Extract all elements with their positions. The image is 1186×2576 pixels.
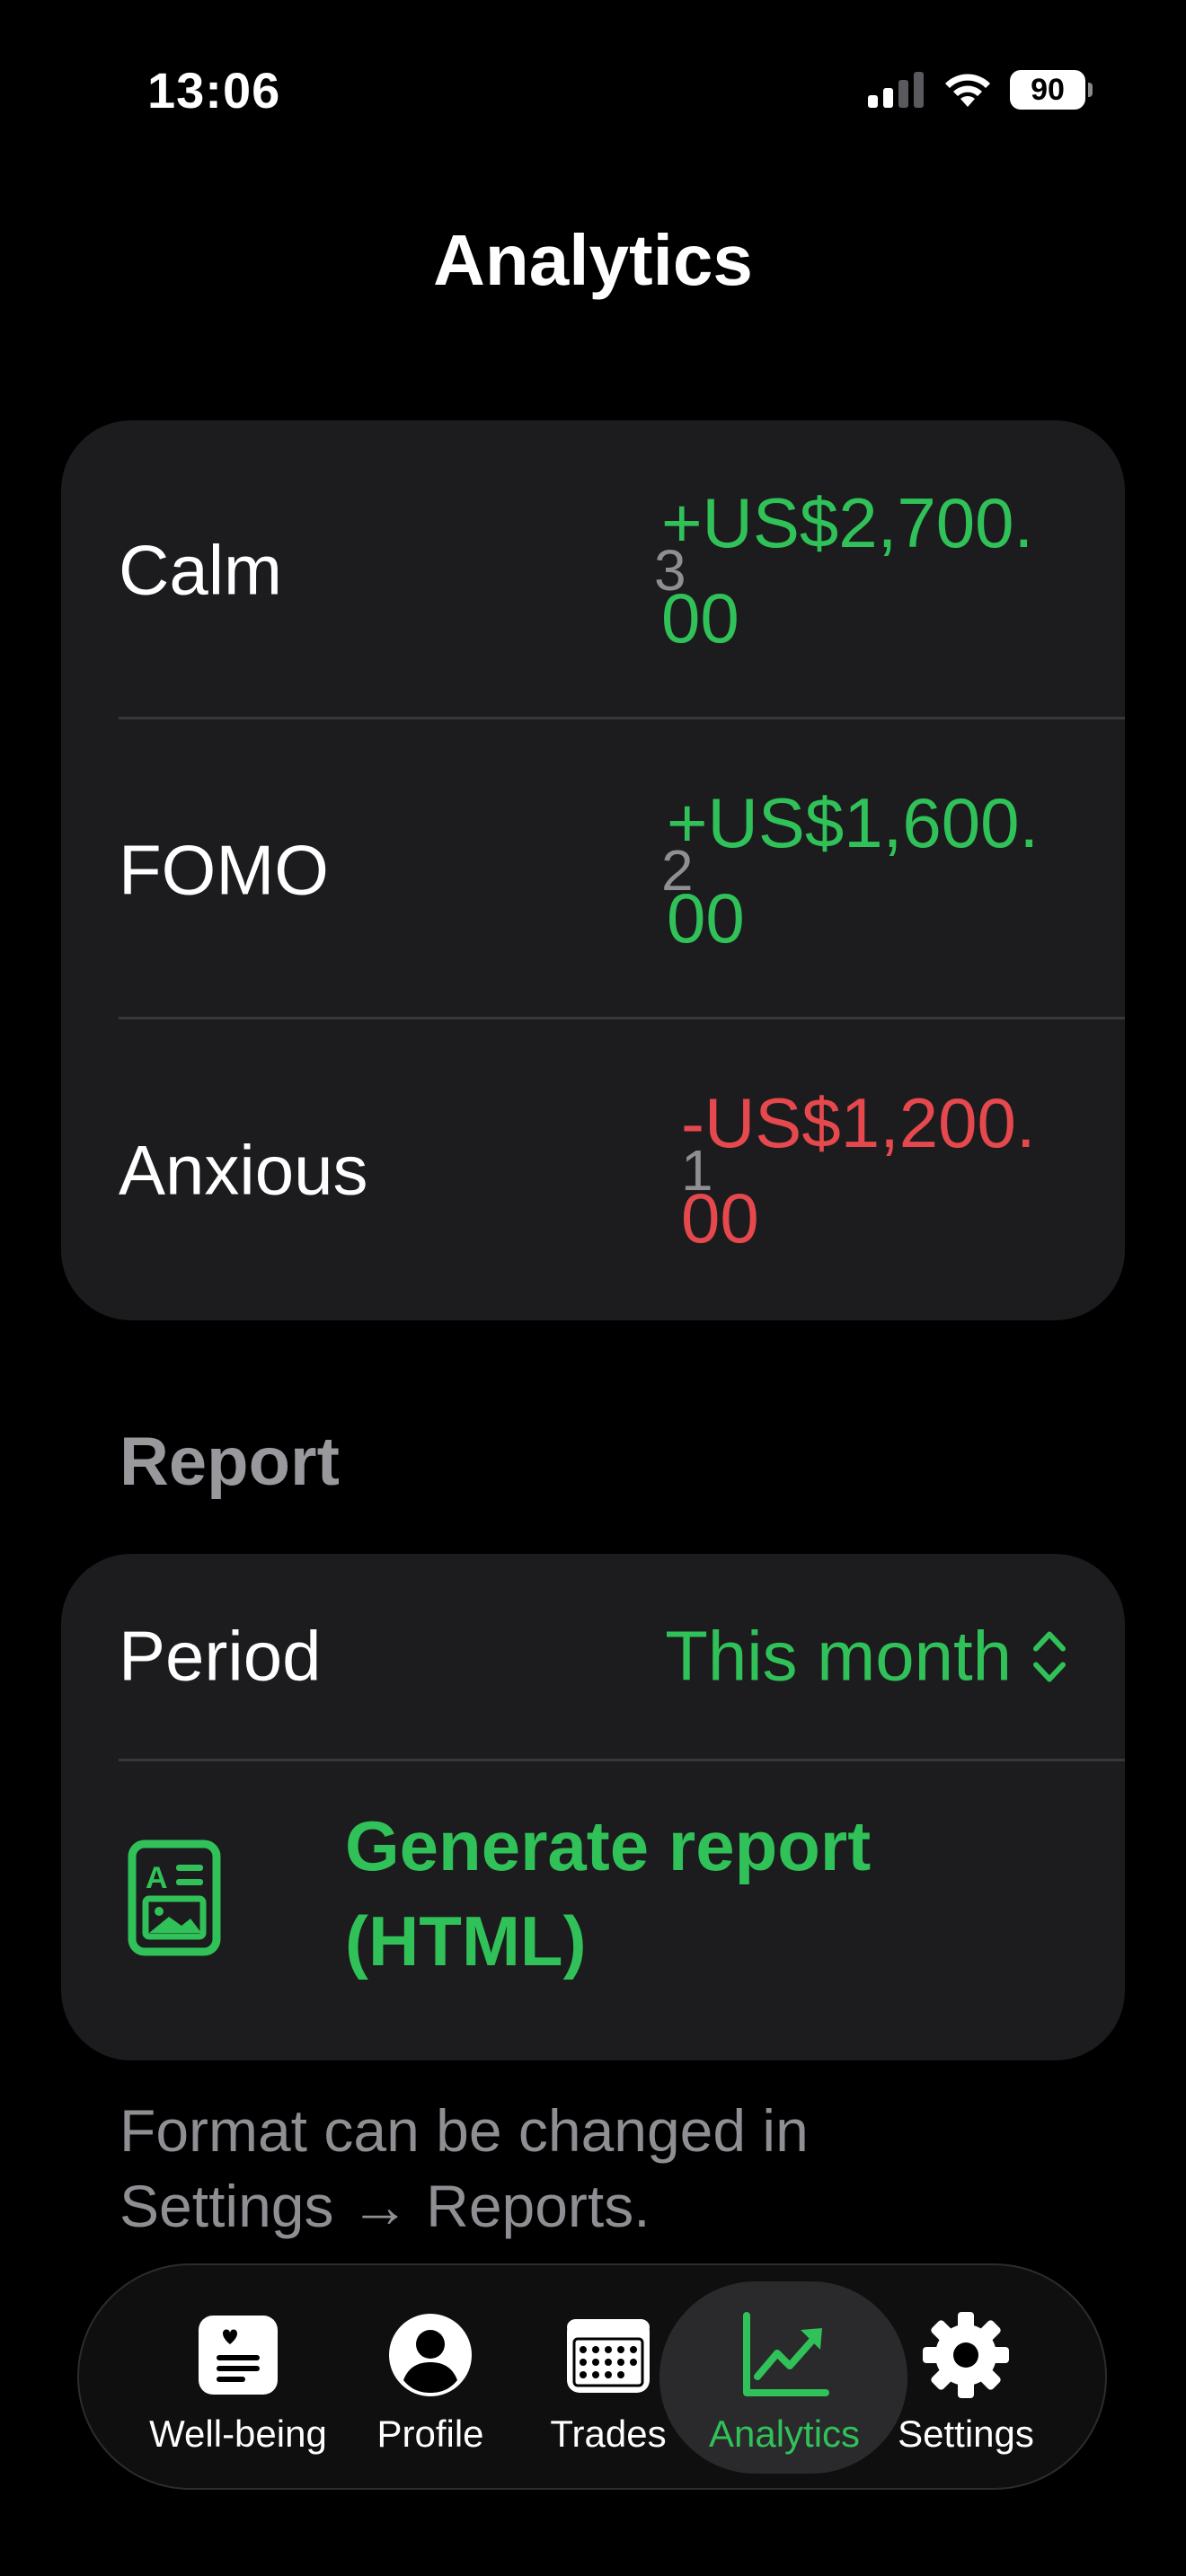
period-label: Period	[119, 1616, 322, 1696]
period-value: This month	[665, 1616, 1012, 1696]
report-section-header: Report	[119, 1424, 340, 1500]
emotion-row-fomo[interactable]: FOMO 2 +US$1,600. 00	[119, 720, 1067, 1020]
page-title: Analytics	[433, 220, 753, 300]
report-format-footnote: Format can be changed in Settings → Repo…	[119, 2097, 809, 2239]
emotion-amount-line1: +US$1,600.	[667, 783, 1040, 862]
emotion-amount-line1: +US$2,700.	[661, 483, 1034, 562]
tab-well-being[interactable]: Well-being	[144, 2265, 332, 2488]
period-picker[interactable]: This month	[665, 1616, 1067, 1698]
emotion-row-anxious[interactable]: Anxious 1 -US$1,200. 00	[119, 1020, 1067, 1320]
emotion-amount: +US$1,600. 00	[667, 775, 1067, 966]
emotion-amount-line1: -US$1,200.	[681, 1083, 1036, 1162]
chevron-up-down-icon	[1033, 1631, 1066, 1681]
cellular-signal-icon	[868, 72, 924, 108]
status-time: 13:06	[147, 62, 281, 119]
tab-label: Settings	[898, 2413, 1034, 2455]
svg-text:A: A	[146, 1861, 168, 1895]
report-card: Period This month A Generate report (HTM	[61, 1554, 1125, 2060]
emotion-summary-card: Calm 3 +US$2,700. 00 FOMO 2 +US$1,600. 0…	[61, 420, 1125, 1320]
status-indicators: 90	[868, 68, 1093, 111]
chart-icon	[743, 2312, 829, 2396]
divider	[119, 717, 1125, 719]
emotion-name: FOMO	[119, 830, 329, 910]
emotion-amount: -US$1,200. 00	[681, 1075, 1067, 1266]
emotion-amount: +US$2,700. 00	[661, 475, 1067, 666]
generate-report-label: Generate report (HTML)	[345, 1806, 872, 1981]
tab-settings[interactable]: Settings	[872, 2265, 1060, 2488]
report-document-icon: A	[128, 1839, 221, 1956]
emotion-amount-line2: 00	[681, 1178, 759, 1257]
calendar-icon	[567, 2319, 650, 2393]
battery-icon: 90	[1010, 70, 1093, 110]
wellbeing-icon	[199, 2316, 278, 2395]
wifi-icon	[945, 74, 990, 107]
emotion-name: Calm	[119, 530, 283, 610]
gear-icon	[923, 2312, 1009, 2398]
emotion-amount-line2: 00	[667, 878, 745, 957]
profile-icon	[389, 2314, 472, 2396]
period-row: Period This month	[119, 1554, 1067, 1759]
generate-report-button[interactable]: A Generate report (HTML)	[119, 1762, 1067, 2060]
emotion-row-calm[interactable]: Calm 3 +US$2,700. 00	[119, 420, 1067, 720]
tab-bar: Well-being Profile Trades Analytics Sett…	[77, 2263, 1107, 2490]
divider	[119, 1759, 1125, 1761]
divider	[119, 1017, 1125, 1019]
screen: 13:06 90 Analytics Calm 3 +US$2,700. 00	[0, 0, 1186, 2576]
emotion-amount-line2: 00	[661, 578, 739, 657]
emotion-name: Anxious	[119, 1130, 368, 1210]
